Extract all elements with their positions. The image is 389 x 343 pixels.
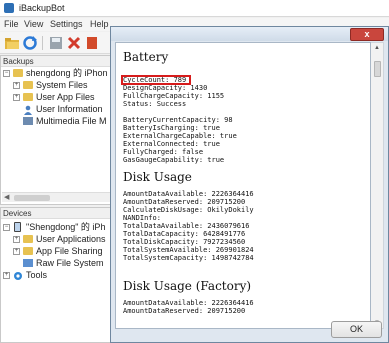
toolbar-separator	[42, 36, 43, 50]
menu-file[interactable]: File	[4, 19, 19, 29]
collapse-icon[interactable]: −	[3, 70, 10, 77]
app-title: iBackupBot	[19, 3, 65, 13]
dialog-titlebar: x	[111, 27, 388, 41]
phone-icon	[14, 222, 21, 232]
tree-item-label: Raw File System	[36, 258, 104, 268]
tree-item-multimedia[interactable]: Multimedia File M	[1, 115, 111, 127]
devices-pane-header: Devices	[1, 208, 111, 219]
close-button[interactable]: x	[350, 28, 384, 41]
tree-item-app-file-sharing[interactable]: + App File Sharing	[1, 245, 111, 257]
folder-icon	[23, 247, 33, 255]
expand-icon[interactable]: +	[13, 236, 20, 243]
battery-section-title: Battery	[123, 50, 169, 64]
user-icon	[23, 105, 33, 115]
tree-item-label: Tools	[26, 270, 48, 280]
refresh-icon[interactable]	[22, 35, 38, 51]
tree-item-user-applications[interactable]: + User Applications	[1, 233, 111, 245]
device-info-dialog: x Battery CycleCount: 789 DesignCapacity…	[110, 26, 389, 343]
expand-icon[interactable]: +	[13, 82, 20, 89]
app-titlebar: iBackupBot	[0, 0, 389, 17]
tree-item-label: Multimedia File M	[36, 116, 107, 126]
folder-icon	[23, 93, 33, 101]
open-folder-icon[interactable]	[4, 35, 20, 51]
tree-item-backup-device[interactable]: − shengdong 的 iPhon	[1, 67, 111, 79]
save-icon[interactable]	[48, 35, 64, 51]
tree-item-tools[interactable]: + Tools	[1, 269, 111, 281]
delete-icon[interactable]	[66, 35, 82, 51]
scrollbar-thumb[interactable]	[374, 61, 381, 77]
horizontal-scrollbar[interactable]: ◀	[2, 192, 112, 202]
scroll-up-icon[interactable]: ▲	[374, 45, 380, 51]
scroll-left-icon[interactable]: ◀	[4, 193, 9, 201]
disk-usage-factory-details: AmountDataAvailable: 2226364416 AmountDa…	[123, 299, 254, 315]
tree-item-device[interactable]: − "Shengdong" 的 iPh	[1, 221, 111, 233]
tree-item-label: App File Sharing	[36, 246, 103, 256]
scrollbar-thumb[interactable]	[14, 195, 50, 201]
tools-icon	[13, 271, 23, 280]
vertical-scrollbar[interactable]: ▲ ▼	[371, 42, 384, 329]
disk-usage-factory-section-title: Disk Usage (Factory)	[123, 279, 252, 293]
expand-icon[interactable]: +	[13, 94, 20, 101]
disk-usage-details: AmountDataAvailable: 2226364416 AmountDa…	[123, 190, 254, 262]
tree-item-raw-file-system[interactable]: Raw File System	[1, 257, 111, 269]
devices-pane: Devices − "Shengdong" 的 iPh + User Appli…	[0, 207, 112, 343]
tree-item-system-files[interactable]: + System Files	[1, 79, 111, 91]
tree-item-user-information[interactable]: User Information	[1, 103, 111, 115]
collapse-icon[interactable]: −	[3, 224, 10, 231]
menu-help[interactable]: Help	[90, 19, 109, 29]
folder-icon	[23, 235, 33, 243]
tree-item-user-app-files[interactable]: + User App Files	[1, 91, 111, 103]
disk-usage-section-title: Disk Usage	[123, 170, 192, 184]
multimedia-icon	[23, 117, 33, 125]
tree-item-label: User Information	[36, 104, 103, 114]
dialog-content: Battery CycleCount: 789 DesignCapacity: …	[115, 42, 371, 329]
tree-item-label: System Files	[36, 80, 88, 90]
raw-file-system-icon	[23, 259, 33, 267]
menu-view[interactable]: View	[24, 19, 43, 29]
tree-item-label: User App Files	[36, 92, 95, 102]
backups-pane: Backups − shengdong 的 iPhon + System Fil…	[0, 55, 112, 205]
cycle-count-highlight	[121, 75, 191, 85]
tree-item-label: "Shengdong" 的 iPh	[26, 222, 106, 232]
menu-settings[interactable]: Settings	[50, 19, 83, 29]
folder-icon	[23, 81, 33, 89]
tree-item-label: User Applications	[36, 234, 106, 244]
folder-icon	[13, 69, 23, 77]
expand-icon[interactable]: +	[13, 248, 20, 255]
export-icon[interactable]	[84, 35, 100, 51]
backups-pane-header: Backups	[1, 56, 111, 67]
ok-button[interactable]: OK	[331, 321, 382, 338]
battery-details: CycleCount: 789 DesignCapacity: 1430 Ful…	[123, 76, 237, 164]
expand-icon[interactable]: +	[3, 272, 10, 279]
app-logo-icon	[4, 3, 14, 13]
tree-item-label: shengdong 的 iPhon	[26, 68, 108, 78]
